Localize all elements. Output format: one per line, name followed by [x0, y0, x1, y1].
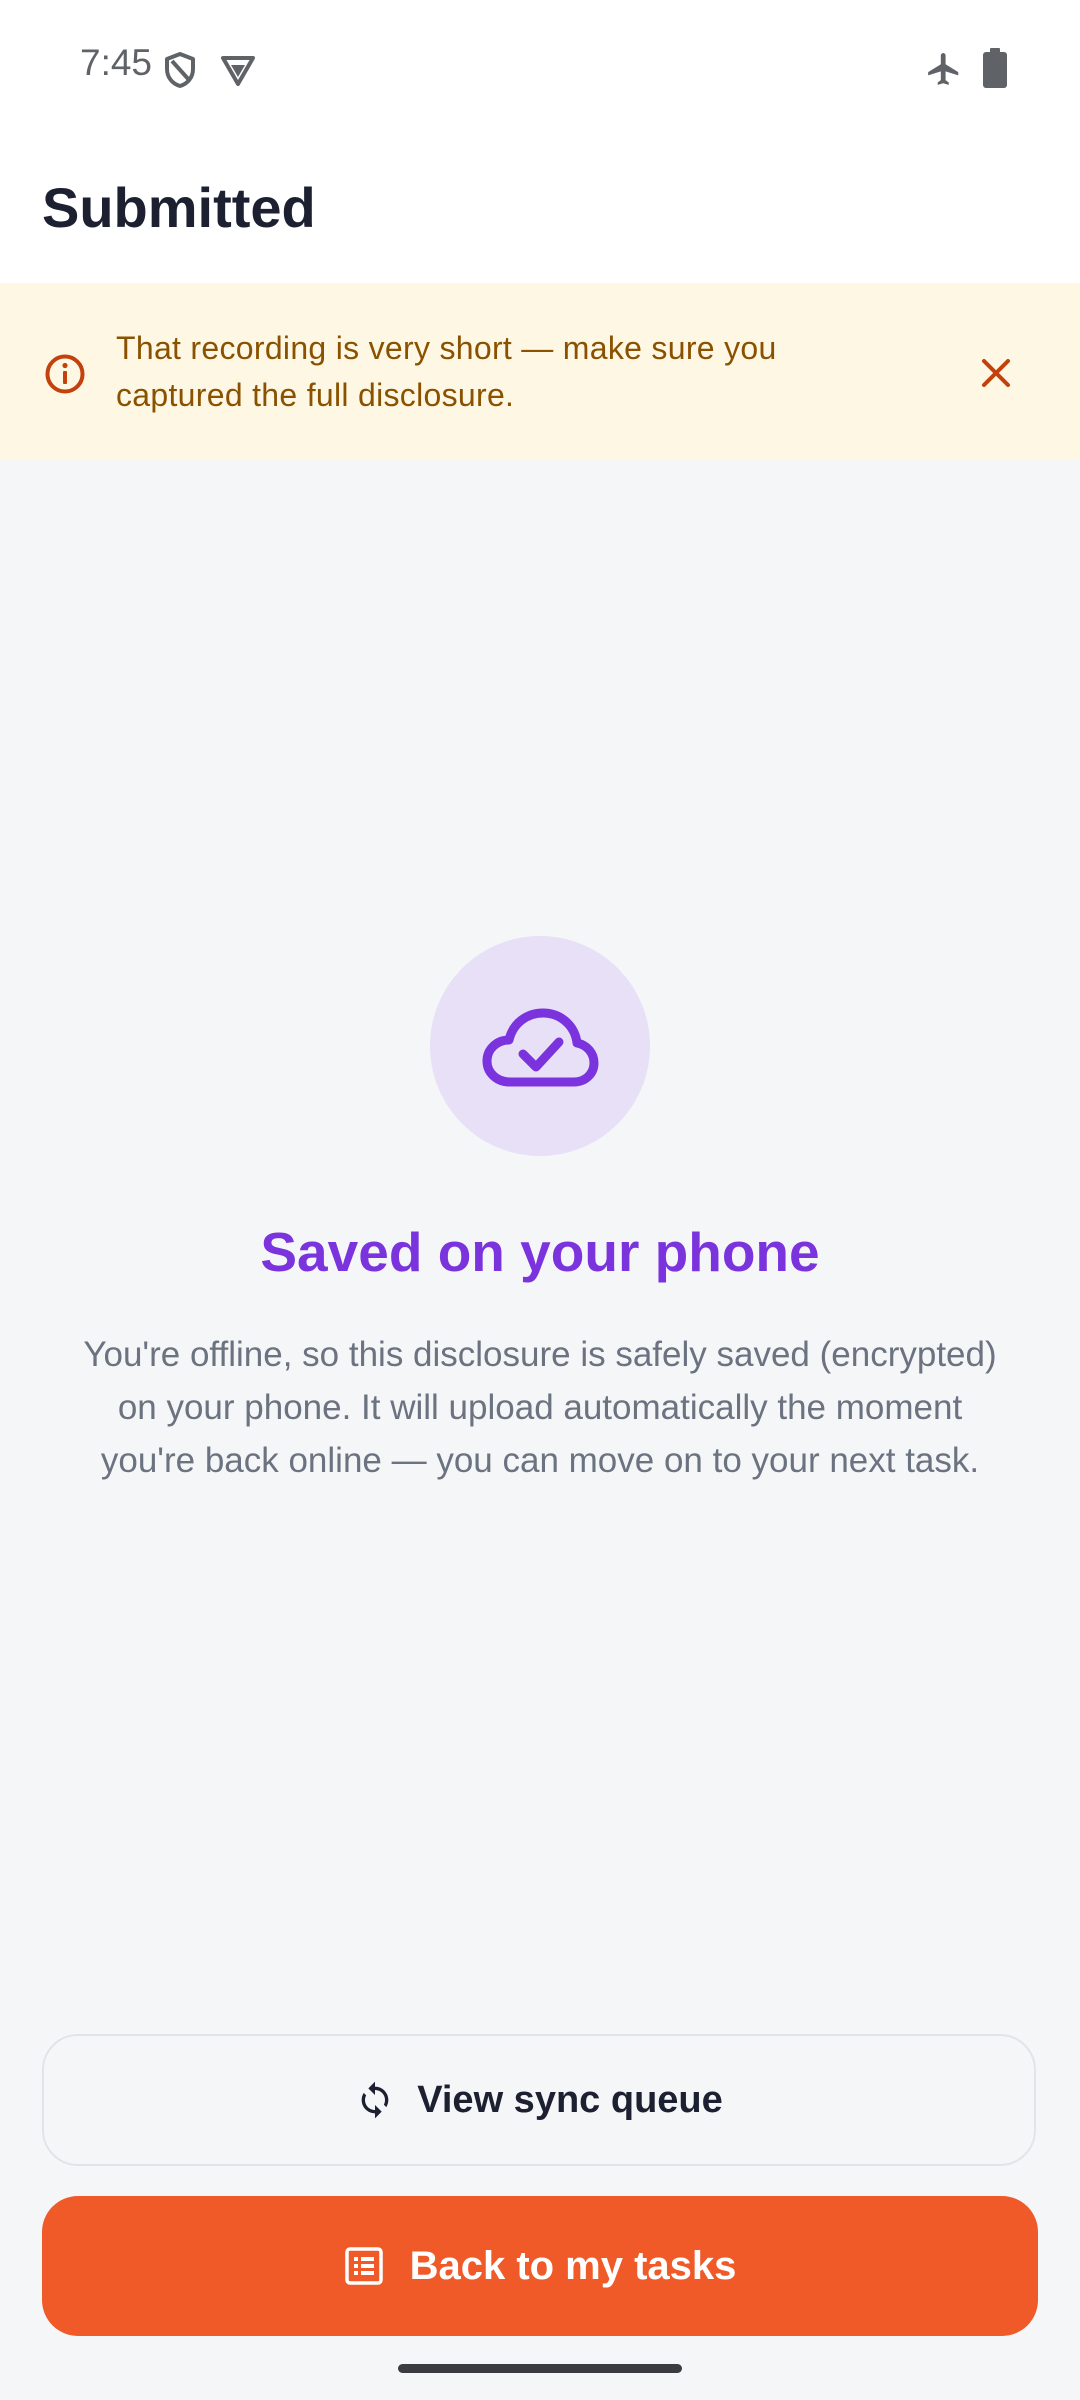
status-description: You're offline, so this disclosure is sa… [83, 1335, 997, 1480]
sync-icon [361, 2081, 389, 2119]
status-bar: 7:45 [0, 0, 1080, 135]
page-title: Submitted [42, 176, 316, 239]
list-icon [344, 2247, 383, 2285]
view-sync-queue-label: View sync queue [417, 2078, 723, 2121]
vpn-shield-icon [165, 52, 195, 88]
back-to-tasks-button[interactable]: Back to my tasks [42, 2196, 1038, 2336]
data-saver-icon [221, 56, 255, 86]
close-icon[interactable] [978, 355, 1014, 391]
status-title: Saved on your phone [260, 1221, 820, 1283]
app-bar: Submitted [0, 135, 1080, 283]
battery-icon [983, 48, 1007, 88]
view-sync-queue-button[interactable]: View sync queue [42, 2034, 1036, 2166]
warning-message: That recording is very short — make sure… [116, 330, 777, 413]
status-time: 7:45 [80, 42, 153, 83]
info-circle-icon [45, 354, 85, 394]
status-icon-circle [430, 936, 650, 1156]
back-to-tasks-label: Back to my tasks [409, 2243, 737, 2288]
airplane-mode-icon [928, 53, 959, 85]
cloud-check-icon [482, 1008, 599, 1087]
home-indicator[interactable] [398, 2364, 682, 2373]
